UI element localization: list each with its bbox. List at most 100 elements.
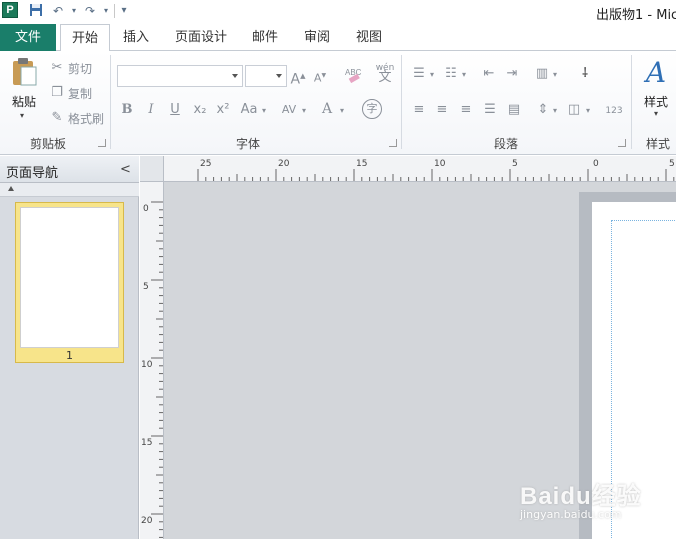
copy-button[interactable]: 复制 (68, 85, 92, 102)
clipboard-dialog-launcher-icon[interactable] (98, 139, 106, 147)
styles-dropdown-icon[interactable]: ▾ (654, 109, 658, 118)
paragraph-marks-icon[interactable]: ⸸ (577, 65, 593, 83)
watermark-url: jingyan.baidu.com (520, 508, 622, 521)
tab-mailings[interactable]: 邮件 (246, 24, 284, 51)
cut-button[interactable]: 剪切 (68, 60, 92, 77)
change-case-icon[interactable]: Aa (238, 101, 260, 119)
horizontal-ruler[interactable]: 25 20 15 10 5 0 5 (164, 156, 676, 182)
character-spacing-icon[interactable]: AV (278, 101, 300, 119)
group-separator (110, 55, 111, 149)
vruler-label: 5 (143, 282, 149, 292)
page-navigation-section-bar[interactable] (0, 183, 139, 197)
shading-dropdown-icon[interactable]: ▾ (584, 102, 592, 120)
hruler-label: 0 (593, 159, 599, 169)
font-group-label: 字体 (235, 137, 260, 151)
shading-icon[interactable]: ◫ (565, 101, 583, 119)
font-size-combo[interactable] (245, 65, 287, 87)
styles-group-label: 样式 (645, 137, 670, 151)
format-painter-icon[interactable]: ✎ (50, 109, 64, 127)
font-name-dropdown-icon[interactable] (232, 74, 238, 78)
styles-icon[interactable]: A (640, 57, 672, 89)
vertical-ruler[interactable]: 0 5 10 15 20 (140, 182, 164, 539)
align-left-icon[interactable]: ≡ (410, 101, 428, 119)
line-spacing-dropdown-icon[interactable]: ▾ (551, 102, 559, 120)
tab-view[interactable]: 视图 (350, 24, 388, 51)
change-case-dropdown-icon[interactable]: ▾ (260, 102, 268, 120)
font-dialog-launcher-icon[interactable] (389, 139, 397, 147)
tab-review[interactable]: 审阅 (298, 24, 336, 51)
bullets-icon[interactable]: ☰ (410, 65, 428, 83)
paste-icon[interactable] (10, 57, 38, 87)
font-color-icon[interactable]: A (318, 100, 336, 118)
numbering-icon[interactable]: ☷ (442, 65, 460, 83)
increase-indent-icon[interactable]: ⇥ (503, 65, 521, 83)
collapse-panel-icon[interactable]: < (120, 162, 131, 177)
expand-triangle-icon[interactable] (8, 186, 14, 191)
redo-dropdown-icon[interactable]: ▾ (98, 3, 114, 19)
font-name-combo[interactable] (117, 65, 243, 87)
page-navigation-panel: 页面导航 < 1 (0, 156, 139, 539)
cut-icon[interactable]: ✂ (50, 59, 64, 77)
hruler-label: 5 (512, 159, 518, 169)
superscript-icon[interactable]: x² (215, 101, 231, 119)
ribbon: 粘贴 ▾ ✂ 剪切 ❐ 复制 ✎ 格式刷 剪贴板 A▲ A▼ ABC wén 文 … (0, 51, 676, 155)
grow-font-icon[interactable]: A▲ (290, 67, 306, 89)
tab-file[interactable]: 文件 (0, 24, 56, 51)
paragraph-dialog-launcher-icon[interactable] (618, 139, 626, 147)
decrease-indent-icon[interactable]: ⇤ (480, 65, 498, 83)
font-size-dropdown-icon[interactable] (276, 74, 282, 78)
character-spacing-dropdown-icon[interactable]: ▾ (300, 102, 308, 120)
undo-icon[interactable]: ↶ (50, 3, 66, 19)
align-right-icon[interactable]: ≡ (457, 101, 475, 119)
bold-icon[interactable]: B (120, 101, 134, 119)
quick-access-separator (114, 4, 115, 18)
underline-icon[interactable]: U (168, 101, 182, 119)
redo-icon[interactable]: ↷ (82, 3, 98, 19)
shrink-font-icon[interactable]: A▼ (312, 67, 328, 88)
baidu-watermark: Baidu经验 jingyan.baidu.com (520, 466, 670, 526)
vruler-label: 0 (143, 204, 149, 214)
publisher-app-icon[interactable]: P (2, 2, 18, 18)
styles-button-label[interactable]: 样式 (644, 93, 668, 110)
vruler-label: 10 (141, 360, 153, 370)
format-painter-button[interactable]: 格式刷 (68, 110, 104, 127)
page-thumbnail[interactable]: 1 (15, 202, 124, 363)
italic-icon[interactable]: I (144, 101, 158, 119)
clear-formatting-icon[interactable]: ABC (344, 65, 362, 89)
paragraph-group-label: 段落 (493, 137, 518, 151)
title-bar: P ↶ ▾ ↷ ▾ ▾ 出版物1 - Mic (0, 0, 676, 24)
bullets-dropdown-icon[interactable]: ▾ (428, 66, 436, 84)
columns-icon[interactable]: ▥ (533, 65, 551, 83)
tab-insert[interactable]: 插入 (114, 24, 158, 51)
window-title: 出版物1 - Mic (596, 8, 676, 23)
group-separator (631, 55, 632, 149)
vruler-label: 15 (141, 438, 153, 448)
tab-home[interactable]: 开始 (60, 24, 110, 52)
enclose-characters-icon[interactable]: 字 (362, 99, 382, 119)
justify-icon[interactable]: ☰ (481, 101, 499, 119)
hruler-label: 5 (669, 159, 675, 169)
distributed-icon[interactable]: ▤ (505, 101, 523, 119)
font-color-dropdown-icon[interactable]: ▾ (338, 102, 346, 120)
copy-icon[interactable]: ❐ (50, 84, 64, 102)
vruler-label: 20 (141, 516, 153, 526)
columns-dropdown-icon[interactable]: ▾ (551, 66, 559, 84)
numbers-style-icon[interactable]: 123 (605, 102, 623, 120)
customize-quick-access-icon[interactable]: ▾ (116, 3, 132, 19)
paste-button-label[interactable]: 粘贴 (12, 93, 36, 110)
paste-dropdown-icon[interactable]: ▾ (20, 111, 24, 120)
save-icon[interactable] (28, 3, 44, 19)
hruler-label: 15 (356, 159, 368, 169)
page-navigation-title: 页面导航 (6, 166, 59, 181)
align-center-icon[interactable]: ≡ (433, 101, 451, 119)
page-navigation-header: 页面导航 < (0, 156, 139, 183)
ribbon-tab-bar: 文件 开始 插入 页面设计 邮件 审阅 视图 (0, 24, 676, 52)
line-spacing-icon[interactable]: ⇕ (535, 101, 551, 119)
phonetic-guide-icon[interactable]: wén 文 (374, 63, 396, 84)
group-separator (401, 55, 402, 149)
undo-dropdown-icon[interactable]: ▾ (66, 3, 82, 19)
numbering-dropdown-icon[interactable]: ▾ (460, 66, 468, 84)
subscript-icon[interactable]: x₂ (192, 101, 208, 119)
horizontal-ruler-ticks (197, 169, 675, 181)
tab-page-design[interactable]: 页面设计 (168, 24, 234, 51)
